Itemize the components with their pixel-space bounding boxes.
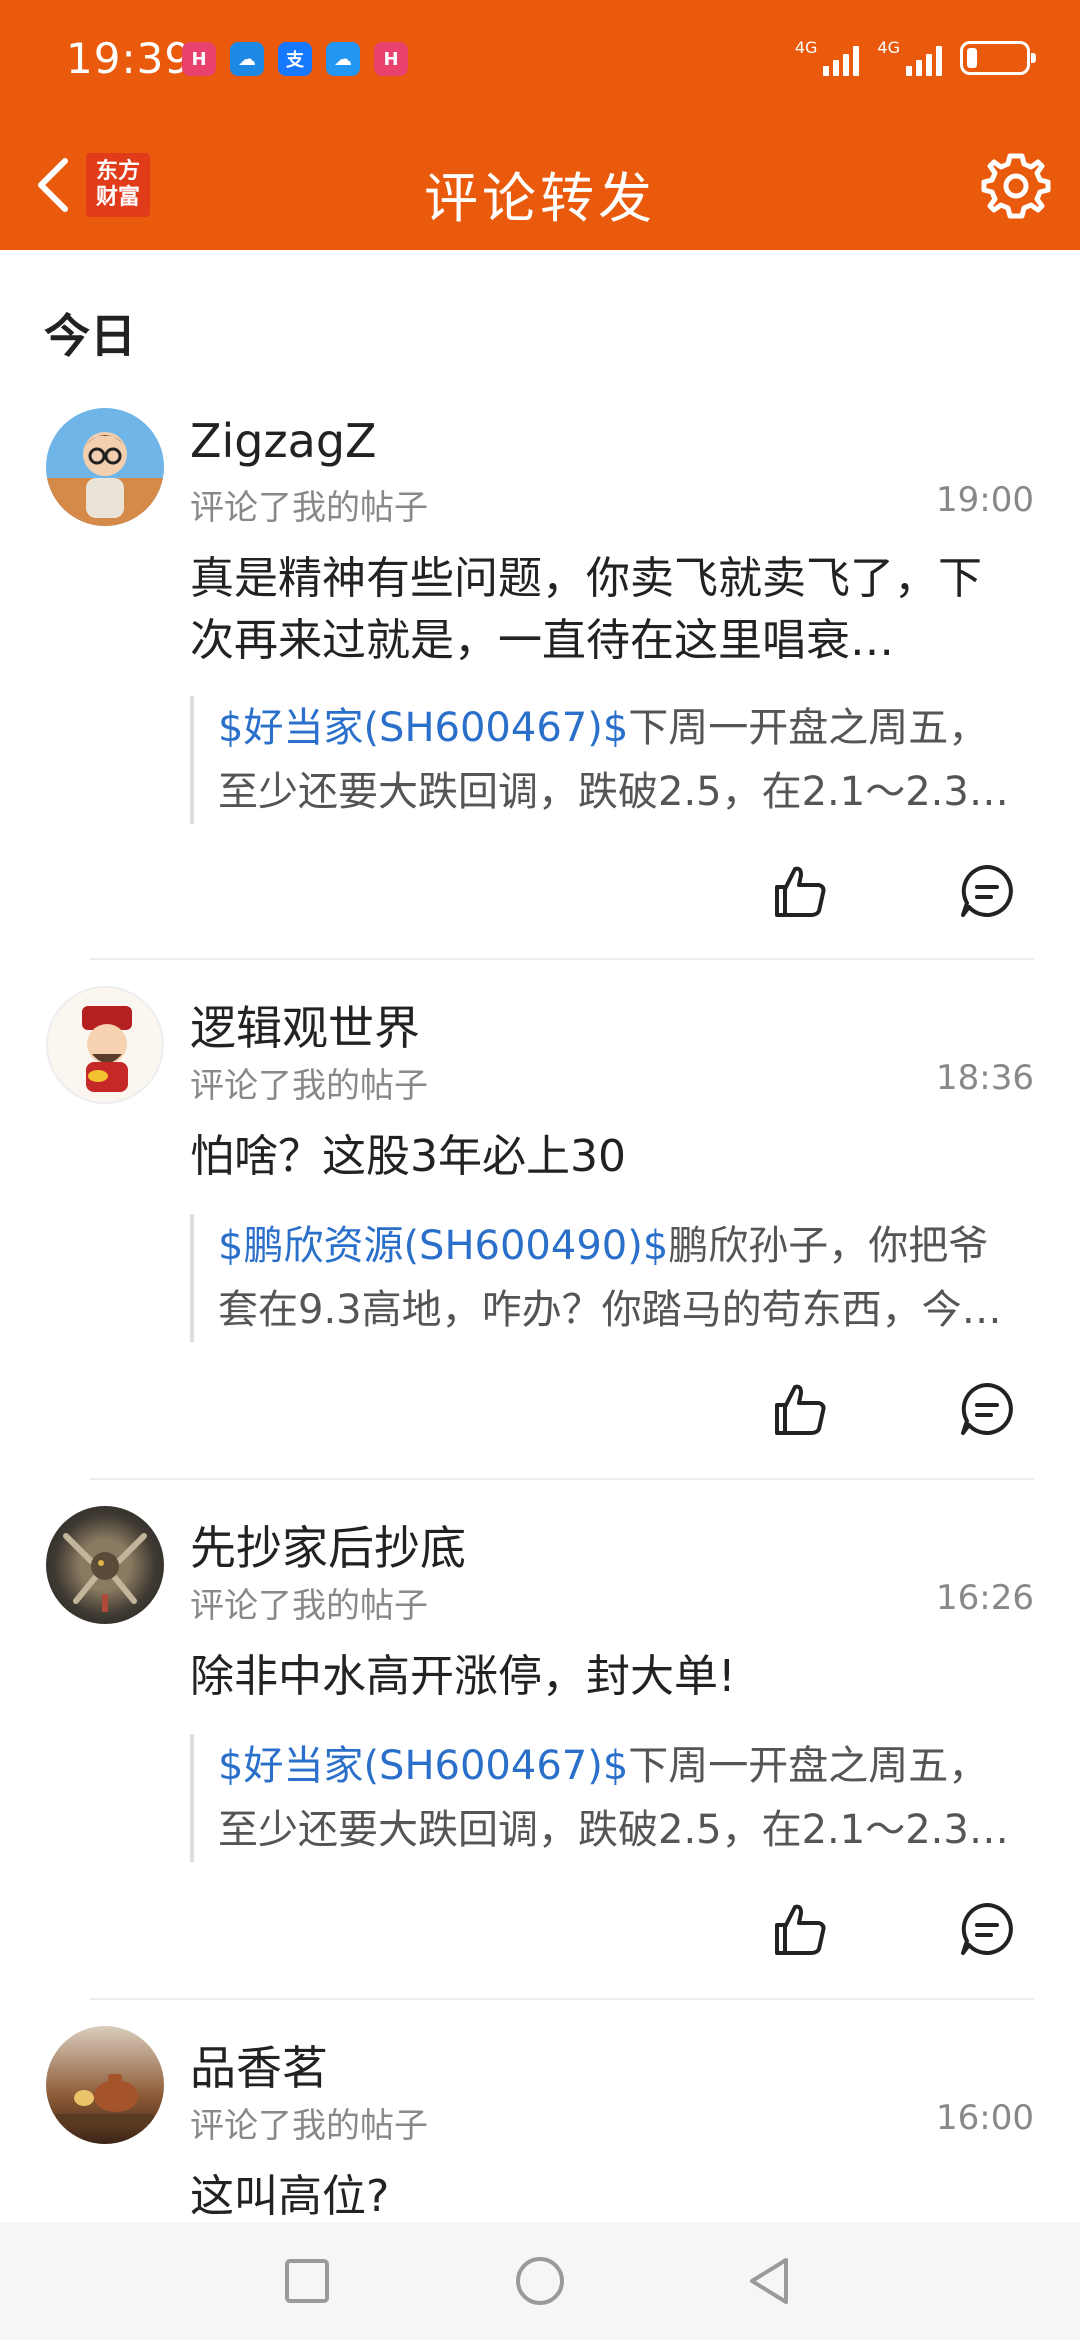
chat-bubble-icon [961,1383,1013,1435]
signal-icon: 4G [795,40,860,76]
comment-text[interactable]: 这叫高位? [190,2166,1020,2228]
avatar[interactable] [46,408,164,526]
stock-link[interactable]: $好当家(SH600467)$ [218,1743,628,1789]
gear-icon [981,153,1051,219]
stock-link[interactable]: $鹏欣资源(SH600490)$ [218,1223,668,1269]
like-button[interactable] [766,1894,836,1964]
timestamp: 16:26 [936,1578,1034,1618]
status-app-icons: H ☁ 支 ☁ H [182,42,408,76]
action-text: 评论了我的帖子 [190,488,428,528]
status-indicators: 4G 4G [795,40,1036,76]
triangle-back-icon [750,2258,788,2304]
quoted-post[interactable]: $好当家(SH600467)$下周一开盘之周五， 至少还要大跌回调，跌破2.5，… [190,1734,1030,1862]
timestamp: 16:00 [936,2098,1034,2138]
thumbs-up-icon [775,1384,826,1435]
chat-bubble-icon [961,1903,1013,1955]
timestamp: 19:00 [936,480,1034,520]
header-bar: 东方 财富 评论转发 [0,120,1080,250]
avatar[interactable] [46,2026,164,2144]
divider [90,1478,1034,1480]
system-nav-bar [0,2222,1080,2340]
signal-icon-2: 4G [877,40,942,76]
avatar-image [46,432,164,526]
huawei-app-icon-2: H [374,42,408,76]
home-button[interactable] [507,2248,573,2314]
section-title-today: 今日 [44,309,136,363]
cloud-app-icon: ☁ [326,42,360,76]
reply-button[interactable] [952,1894,1022,1964]
comment-text[interactable]: 真是精神有些问题，你卖飞就卖飞了，下次再来过就是，一直待在这里唱衰… [190,548,1020,672]
reply-button[interactable] [952,1374,1022,1444]
avatar-image [82,1006,132,1092]
chat-bubble-icon [961,865,1013,917]
circle-icon [516,2257,564,2305]
divider [90,1998,1034,2000]
recent-apps-button[interactable] [274,2248,340,2314]
huawei-app-icon: H [182,42,216,76]
divider [90,958,1034,960]
page-title: 评论转发 [424,167,656,230]
reply-button[interactable] [952,856,1022,926]
like-button[interactable] [766,856,836,926]
quoted-post[interactable]: $鹏欣资源(SH600490)$鹏欣孙子，你把爷 套在9.3高地，咋办？你踏马的… [190,1214,1030,1342]
avatar[interactable] [46,1506,164,1624]
username[interactable]: ZigzagZ [190,414,377,468]
quoted-post[interactable]: $好当家(SH600467)$下周一开盘之周五， 至少还要大跌回调，跌破2.5，… [190,696,1030,824]
avatar-image [63,1533,147,1612]
username[interactable]: 品香茗 [190,2032,328,2098]
action-text: 评论了我的帖子 [190,2106,428,2146]
username[interactable]: 先抄家后抄底 [190,1512,466,1578]
alipay-app-icon: 支 [278,42,312,76]
thumbs-up-icon [775,866,826,917]
avatar[interactable] [46,986,164,1104]
like-button[interactable] [766,1374,836,1444]
avatar-image [56,2074,154,2124]
settings-button[interactable] [978,148,1054,224]
status-time: 19:39 [66,34,193,83]
battery-icon [960,41,1036,75]
comment-text[interactable]: 除非中水高开涨停，封大单! [190,1646,1020,1708]
comment-text[interactable]: 怕啥？这股3年必上30 [190,1126,1020,1188]
username[interactable]: 逻辑观世界 [190,992,420,1058]
thumbs-up-icon [775,1904,826,1955]
status-bar: 19:39 H ☁ 支 ☁ H 4G 4G [0,0,1080,120]
weather-app-icon: ☁ [230,42,264,76]
back-nav-button[interactable] [736,2248,802,2314]
timestamp: 18:36 [936,1058,1034,1098]
action-text: 评论了我的帖子 [190,1586,428,1626]
stock-link[interactable]: $好当家(SH600467)$ [218,705,628,751]
square-icon [285,2259,329,2303]
action-text: 评论了我的帖子 [190,1066,428,1106]
